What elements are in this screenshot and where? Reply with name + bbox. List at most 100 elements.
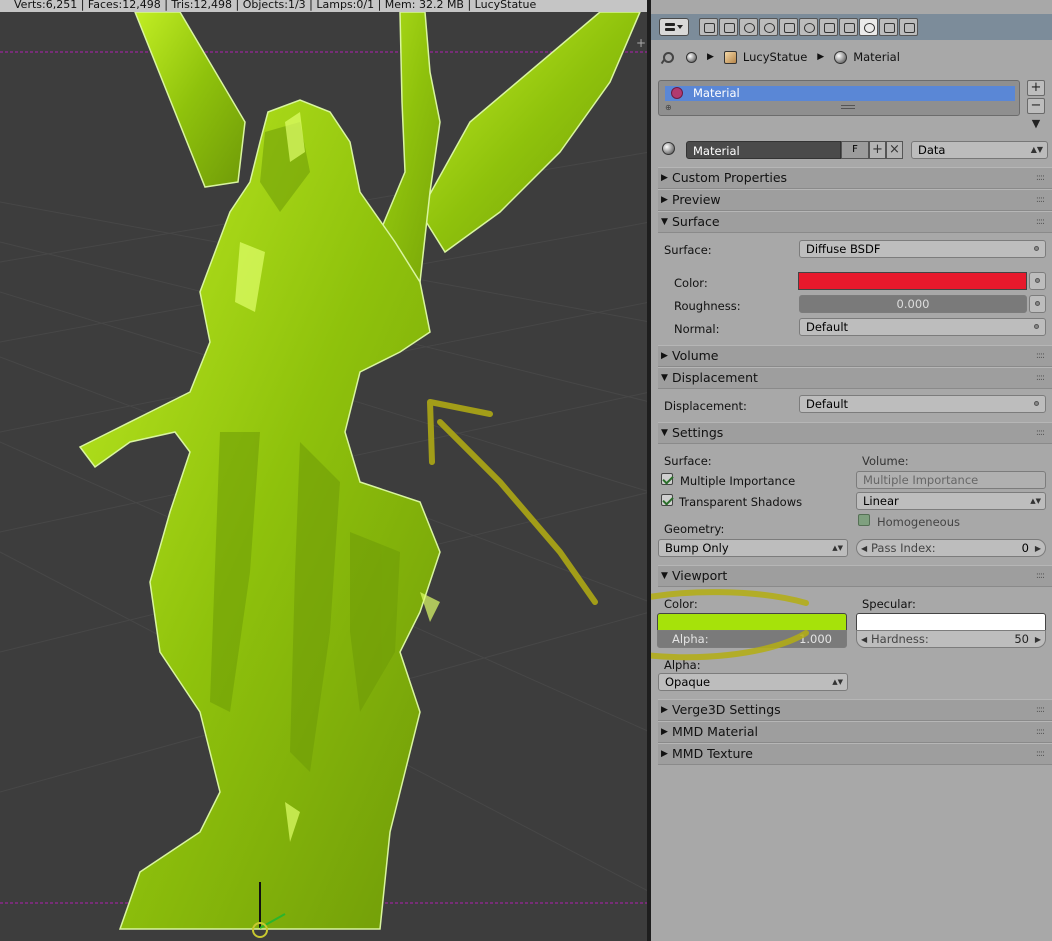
breadcrumb-separator-icon: ▶ (817, 52, 825, 62)
volume-sampling-dropdown[interactable]: Multiple Importance (856, 471, 1046, 489)
drag-handle-icon[interactable]: :::: (1036, 744, 1045, 764)
increment-arrow-icon[interactable]: ▶ (1035, 541, 1041, 556)
properties-header (651, 14, 1052, 40)
editor-type-button[interactable] (659, 18, 689, 36)
drag-handle-icon[interactable]: :::: (1036, 212, 1045, 232)
statue-mesh[interactable] (78, 12, 641, 930)
decrement-arrow-icon[interactable]: ◀ (861, 632, 867, 647)
modifiers-tab-icon[interactable] (819, 18, 838, 36)
link-socket-icon (1035, 301, 1040, 306)
list-resize-handle[interactable] (841, 105, 855, 109)
pass-index-label: Pass Index: (871, 541, 936, 555)
displacement-field[interactable]: Default (799, 395, 1046, 413)
properties-editor: ▶ LucyStatue ▶ Material Material ⊕ + − ▼… (651, 0, 1052, 941)
constraints-tab-icon[interactable] (799, 18, 818, 36)
transparent-shadows-label[interactable]: Transparent Shadows (679, 495, 802, 509)
drag-handle-icon[interactable]: :::: (1036, 566, 1045, 586)
link-dropdown[interactable]: Data ▲▼ (911, 141, 1048, 159)
dropdown-arrow-icon: ▲▼ (1030, 145, 1043, 154)
panel-surface[interactable]: ▼ Surface:::: (658, 211, 1052, 233)
world-tab-icon[interactable] (759, 18, 778, 36)
render-layers-tab-icon[interactable] (719, 18, 738, 36)
panel-displacement[interactable]: ▼ Displacement:::: (658, 367, 1052, 389)
panel-mmd-material[interactable]: ▶ MMD Material:::: (658, 721, 1052, 743)
blend-mode-dropdown[interactable]: Opaque ▲▼ (658, 673, 848, 691)
remove-slot-button[interactable]: − (1027, 98, 1045, 114)
viewport-canvas[interactable]: + (0, 12, 650, 941)
render-tab-icon[interactable] (699, 18, 718, 36)
material-slot-list[interactable]: Material ⊕ (658, 80, 1020, 116)
specular-color-swatch[interactable] (856, 613, 1046, 631)
collapsed-icon: ▶ (661, 727, 668, 737)
add-slot-button[interactable]: + (1027, 80, 1045, 96)
multiple-importance-checkbox[interactable] (661, 473, 673, 485)
object-tab-icon[interactable] (779, 18, 798, 36)
panel-verge3d-settings[interactable]: ▶ Verge3D Settings:::: (658, 699, 1052, 721)
material-slot-item[interactable]: Material (665, 86, 1015, 101)
expanded-icon: ▼ (661, 373, 668, 383)
increment-arrow-icon[interactable]: ▶ (1035, 632, 1041, 647)
panel-title: MMD Material (672, 724, 758, 739)
homogeneous-checkbox[interactable] (858, 514, 870, 526)
panel-title: MMD Texture (672, 746, 753, 761)
unlink-material-icon[interactable]: × (886, 141, 903, 159)
settings-surface-label: Surface: (664, 454, 712, 468)
texture-tab-icon[interactable] (879, 18, 898, 36)
data-tab-icon[interactable] (839, 18, 858, 36)
surface-color-swatch[interactable] (798, 272, 1027, 290)
displacement-label: Displacement: (664, 399, 747, 413)
drag-handle-icon[interactable]: :::: (1036, 190, 1045, 210)
volume-interpolation-dropdown[interactable]: Linear ▲▼ (856, 492, 1046, 510)
drag-handle-icon[interactable]: :::: (1036, 700, 1045, 720)
drag-handle-icon[interactable]: :::: (1036, 423, 1045, 443)
particles-tab-icon[interactable] (899, 18, 918, 36)
panel-volume[interactable]: ▶ Volume:::: (658, 345, 1052, 367)
panel-title: Settings (672, 425, 724, 440)
slot-specials-icon[interactable]: ▼ (1027, 117, 1045, 133)
link-socket-icon[interactable] (1034, 324, 1039, 329)
transparent-shadows-checkbox[interactable] (661, 494, 673, 506)
panel-title: Displacement (672, 370, 758, 385)
collapsed-icon: ▶ (661, 705, 668, 715)
drag-handle-icon[interactable]: :::: (1036, 346, 1045, 366)
link-socket-icon (1035, 278, 1040, 283)
fake-user-button[interactable]: F (841, 141, 869, 159)
roughness-slider[interactable]: 0.000 (799, 295, 1027, 313)
drag-handle-icon[interactable]: :::: (1036, 722, 1045, 742)
geometry-value: Bump Only (665, 541, 729, 555)
pin-icon[interactable] (661, 51, 674, 64)
link-socket-icon[interactable] (1034, 246, 1039, 251)
link-value: Data (918, 143, 946, 157)
panel-viewport[interactable]: ▼ Viewport:::: (658, 565, 1052, 587)
link-socket-icon[interactable] (1034, 401, 1039, 406)
surface-shader-field[interactable]: Diffuse BSDF (799, 240, 1046, 258)
material-tab-icon[interactable] (859, 18, 878, 36)
geometry-dropdown[interactable]: Bump Only ▲▼ (658, 539, 848, 557)
material-name-field[interactable]: Material (686, 141, 841, 159)
panel-custom-properties[interactable]: ▶ Custom Properties:::: (658, 167, 1052, 189)
volume-label: Volume: (862, 454, 909, 468)
browse-material-icon[interactable] (662, 142, 675, 155)
roughness-socket-button[interactable] (1029, 295, 1046, 313)
panel-mmd-texture[interactable]: ▶ MMD Texture:::: (658, 743, 1052, 765)
homogeneous-label[interactable]: Homogeneous (877, 515, 960, 529)
list-filter-icon[interactable]: ⊕ (665, 103, 672, 112)
geometry-label: Geometry: (664, 522, 725, 536)
dropdown-arrow-icon: ▲▼ (1030, 497, 1041, 505)
panel-preview[interactable]: ▶ Preview:::: (658, 189, 1052, 211)
color-socket-button[interactable] (1029, 272, 1046, 290)
normal-field[interactable]: Default (799, 318, 1046, 336)
pass-index-field[interactable]: ◀ Pass Index: 0 ▶ (856, 539, 1046, 557)
drag-handle-icon[interactable]: :::: (1036, 168, 1045, 188)
multiple-importance-label[interactable]: Multiple Importance (680, 474, 795, 488)
drag-handle-icon[interactable]: :::: (1036, 368, 1045, 388)
3d-viewport[interactable]: + (0, 12, 650, 941)
breadcrumb-object[interactable]: LucyStatue (743, 50, 807, 64)
viewport-corner-plus[interactable]: + (636, 36, 646, 50)
scene-tab-icon[interactable] (739, 18, 758, 36)
decrement-arrow-icon[interactable]: ◀ (861, 541, 867, 556)
hardness-field[interactable]: ◀ Hardness: 50 ▶ (856, 630, 1046, 648)
panel-settings[interactable]: ▼ Settings:::: (658, 422, 1052, 444)
new-material-icon[interactable]: + (869, 141, 886, 159)
breadcrumb-material[interactable]: Material (853, 50, 900, 64)
